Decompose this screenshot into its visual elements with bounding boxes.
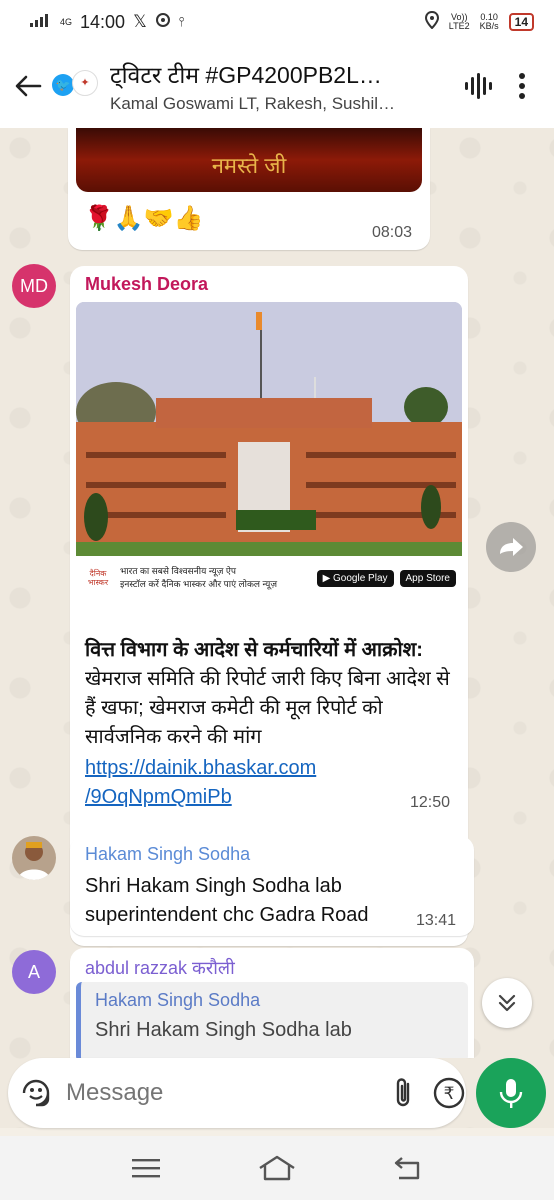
message-emojis: 🌹🙏🤝👍 [84, 205, 204, 232]
link-preview-image[interactable] [76, 302, 462, 592]
chat-header: 🐦 ✦ ट्विटर टीम #GP4200PB2L… Kamal Goswam… [0, 44, 554, 128]
app-store-label: App Store [405, 572, 450, 584]
back-button[interactable] [4, 62, 52, 110]
avatar[interactable]: A [12, 950, 56, 994]
volte-indicator: Vo)) LTE2 [448, 12, 470, 31]
voice-message-button[interactable] [476, 1058, 546, 1128]
back-nav-button[interactable] [383, 1148, 433, 1188]
promo-banner[interactable]: दैनिक भास्कर भारत का सबसे विश्वसनीय न्यू… [76, 556, 462, 600]
message-image[interactable]: नमस्ते जी [76, 128, 422, 192]
message-link[interactable]: https://dainik.bhaskar.com /9OqNpmQmiPb [85, 754, 385, 812]
headline-rest: खेमराज समिति की रिपोर्ट जारी किए बिना आद… [85, 668, 450, 748]
app-store-badge[interactable]: App Store [399, 569, 456, 587]
avatar[interactable] [12, 836, 56, 880]
system-nav-bar [0, 1136, 554, 1200]
image-caption: नमस्ते जी [211, 153, 287, 178]
network-type: 4G [60, 16, 73, 27]
paperclip-icon [396, 1078, 410, 1107]
arrow-left-icon [15, 75, 42, 97]
link-line-1[interactable]: https://dainik.bhaskar.com [85, 754, 385, 783]
message-text: Shri Hakam Singh Sodha lab superintenden… [85, 872, 445, 930]
back-return-icon [395, 1157, 420, 1180]
twitter-bird-icon: 🐦 [52, 74, 74, 96]
rupee-icon: ₹ [433, 1077, 465, 1109]
status-bar: 4G 14:00 𝕏 ⫯ Vo)) LTE2 0.10 KB/s 14 [0, 0, 554, 44]
message-time: 08:03 [371, 224, 412, 241]
building-photo [76, 302, 462, 592]
menu-lines-icon [131, 1159, 160, 1178]
home-button[interactable] [252, 1148, 302, 1188]
avatar[interactable]: MD [12, 264, 56, 308]
avatar-initials: MD [20, 275, 48, 296]
message-time: 13:41 [415, 912, 456, 929]
sender-name[interactable]: Hakam Singh Sodha [85, 844, 250, 865]
double-chevron-down-icon [498, 994, 516, 1012]
quote-text: Shri Hakam Singh Sodha lab [95, 1019, 352, 1041]
group-title: ट्विटर टीम #GP4200PB2L… [110, 62, 382, 88]
quoted-message[interactable]: Hakam Singh Sodha Shri Hakam Singh Sodha… [76, 982, 468, 1058]
x-icon: 𝕏 [133, 12, 147, 31]
bhaskar-logo: दैनिक भास्कर [87, 569, 109, 587]
message-composer: ₹ [8, 1058, 517, 1128]
profile-photo-icon [18, 842, 50, 880]
message-text: वित्त विभाग के आदेश से कर्मचारियों में आ… [85, 636, 455, 752]
battery-indicator: 14 [508, 13, 534, 31]
message-input[interactable] [66, 1079, 376, 1107]
headline-bold: वित्त विभाग के आदेश से कर्मचारियों में आ… [85, 639, 423, 661]
text-line-2: superintendent chc Gadra Road [85, 904, 369, 926]
message-list[interactable]: नमस्ते जी 🌹🙏🤝👍 08:03 MD Mukesh Deora दैन… [0, 128, 554, 1058]
home-icon [259, 1155, 295, 1181]
voice-chat-button[interactable] [456, 62, 500, 110]
sender-name[interactable]: abdul razzak करौली [85, 956, 235, 980]
play-icon: ▶ [322, 572, 334, 584]
group-avatar[interactable]: 🐦 ✦ [52, 66, 100, 106]
message-bubble[interactable]: Hakam Singh Sodha Shri Hakam Singh Sodha… [70, 836, 474, 936]
svg-text:₹: ₹ [444, 1084, 455, 1104]
link-line-2[interactable]: /9OqNpmQmiPb [85, 783, 385, 812]
text-line-1: Shri Hakam Singh Sodha lab [85, 875, 342, 897]
app-notification-icon [155, 12, 171, 33]
sticker-button[interactable] [20, 1073, 52, 1113]
overflow-menu-button[interactable] [500, 62, 544, 110]
message-bubble[interactable]: abdul razzak करौली Hakam Singh Sodha Shr… [70, 948, 474, 1058]
avatar-initials: A [27, 961, 40, 982]
recents-button[interactable] [121, 1148, 171, 1188]
google-play-label: Google Play [333, 572, 388, 584]
promo-line-1: भारत का सबसे विश्वसनीय न्यूज़ ऐप [120, 566, 236, 576]
group-info[interactable]: ट्विटर टीम #GP4200PB2L… Kamal Goswami LT… [110, 58, 456, 114]
group-logo-icon: ✦ [72, 70, 98, 96]
group-members: Kamal Goswami LT, Rakesh, Sushil… [110, 94, 396, 113]
signal-icon [30, 12, 52, 32]
usb-icon: ⫯ [178, 14, 185, 29]
forward-button[interactable] [486, 522, 536, 572]
message-bubble[interactable]: नमस्ते जी 🌹🙏🤝👍 08:03 [68, 128, 430, 250]
google-play-badge[interactable]: ▶ Google Play [316, 569, 394, 587]
audio-wave-icon [465, 73, 492, 99]
sticker-icon [22, 1079, 50, 1107]
clock: 14:00 [80, 11, 126, 32]
quote-sender: Hakam Singh Sodha [95, 990, 261, 1010]
more-vertical-icon [519, 73, 525, 99]
sender-name[interactable]: Mukesh Deora [85, 274, 208, 295]
payment-button[interactable]: ₹ [432, 1073, 466, 1113]
microphone-icon [499, 1079, 523, 1108]
attach-button[interactable] [394, 1073, 414, 1113]
location-icon [424, 10, 439, 34]
network-speed: 0.10 KB/s [479, 12, 499, 31]
forward-icon [500, 538, 523, 556]
promo-line-2: इनस्टॉल करें दैनिक भास्कर और पाएं लोकल न… [120, 579, 278, 589]
message-time: 12:50 [409, 794, 450, 811]
scroll-to-bottom-button[interactable] [482, 978, 532, 1028]
